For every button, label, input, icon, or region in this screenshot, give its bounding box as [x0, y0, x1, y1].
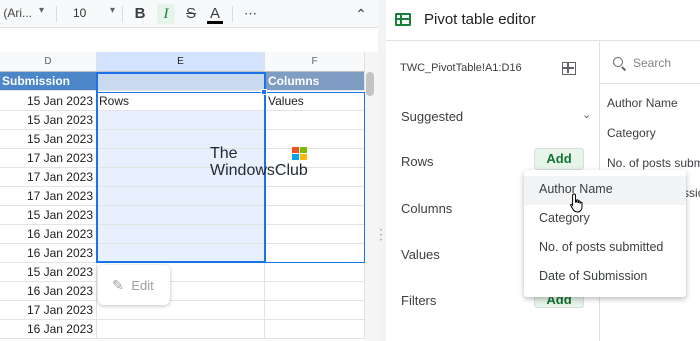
hand-cursor-icon [570, 193, 583, 213]
table-row-cell-f[interactable] [265, 111, 365, 130]
collapse-toolbar-icon[interactable]: ⌃ [352, 4, 370, 24]
search-input[interactable]: Search [633, 56, 671, 70]
suggested-label[interactable]: Suggested [401, 109, 463, 124]
table-row-cell-e[interactable] [97, 111, 265, 130]
cell-f-header[interactable]: Columns [265, 72, 365, 91]
dropdown-item-category[interactable]: Category [524, 205, 686, 234]
field-list-item[interactable]: Category [607, 126, 656, 140]
table-row-cell-f[interactable]: Values [265, 92, 365, 111]
watermark-text-line2: WindowsClub [210, 162, 308, 179]
table-row-cell-d[interactable]: 16 Jan 2023 [0, 282, 97, 301]
field-list-item[interactable]: No. of posts subm [607, 156, 700, 170]
data-range-label: TWC_PivotTable!A1:D16 [400, 62, 522, 74]
dropdown-item-date-of-submission[interactable]: Date of Submission [524, 263, 686, 292]
pencil-icon: ✎ [112, 277, 124, 293]
selection-fill-handle[interactable] [261, 89, 267, 95]
table-row-cell-d[interactable]: 17 Jan 2023 [0, 301, 97, 320]
strikethrough-button[interactable]: S [182, 4, 200, 24]
table-row-cell-d[interactable]: 15 Jan 2023 [0, 263, 97, 282]
scrollbar-thumb[interactable] [366, 72, 374, 96]
dropdown-item-posts-submitted[interactable]: No. of posts submitted [524, 234, 686, 263]
more-options-icon[interactable]: ⋯ [240, 4, 262, 24]
italic-button[interactable]: I [157, 4, 175, 24]
pivot-table-icon [395, 13, 411, 26]
table-row-cell-d[interactable]: 16 Jan 2023 [0, 320, 97, 339]
formatting-toolbar: lt (Ari... ▾ 10 ▾ B I S A ⋯ ⌃ [0, 0, 378, 28]
table-row-cell-d[interactable]: 15 Jan 2023 [0, 92, 97, 111]
cell-d-header[interactable]: Submission [0, 72, 97, 91]
add-rows-button[interactable]: Add [534, 148, 584, 170]
search-icon [613, 57, 623, 67]
columns-label: Columns [401, 201, 453, 216]
toolbar-divider [232, 6, 233, 22]
table-row-cell-e[interactable] [97, 187, 265, 206]
spreadsheet: lt (Ari... ▾ 10 ▾ B I S A ⋯ ⌃ D E F Subm… [0, 0, 378, 341]
table-row-cell-d[interactable]: 15 Jan 2023 [0, 130, 97, 149]
table-row-cell-e[interactable] [97, 320, 265, 339]
windows-logo-icon [292, 147, 308, 161]
table-row-cell-e[interactable] [97, 206, 265, 225]
table-row-cell-d[interactable]: 17 Jan 2023 [0, 149, 97, 168]
search-divider [600, 83, 700, 84]
filters-label: Filters [401, 293, 437, 308]
table-row-cell-d[interactable]: 17 Jan 2023 [0, 187, 97, 206]
table-row-cell-e[interactable] [97, 225, 265, 244]
column-header-d[interactable]: D [0, 52, 97, 72]
table-row-cell-f[interactable] [265, 263, 365, 282]
table-row-cell-d[interactable]: 16 Jan 2023 [0, 225, 97, 244]
table-row-cell-d[interactable]: 15 Jan 2023 [0, 111, 97, 130]
watermark: The WindowsClub [210, 145, 308, 179]
font-size-select[interactable]: 10 [73, 6, 86, 20]
table-row-cell-f[interactable] [265, 225, 365, 244]
values-label: Values [401, 247, 440, 262]
edit-label: Edit [131, 278, 154, 293]
table-row-cell-d[interactable]: 15 Jan 2023 [0, 206, 97, 225]
text-color-swatch [207, 21, 223, 24]
table-row-cell-d[interactable]: 17 Jan 2023 [0, 168, 97, 187]
chevron-down-icon[interactable]: ⌄ [582, 108, 591, 121]
table-row-cell-f[interactable] [265, 282, 365, 301]
column-header-f[interactable]: F [265, 52, 365, 72]
dropdown-item-author-name[interactable]: Author Name [524, 176, 686, 205]
table-row-cell-d[interactable]: 16 Jan 2023 [0, 244, 97, 263]
field-list-item[interactable]: Author Name [607, 96, 678, 110]
header-divider [386, 40, 700, 41]
table-row-cell-f[interactable] [265, 206, 365, 225]
cell-e-header[interactable] [97, 72, 265, 91]
toolbar-divider [122, 6, 123, 22]
rows-label: Rows [401, 154, 434, 169]
panel-title: Pivot table editor [424, 11, 536, 28]
table-row-cell-f[interactable] [265, 244, 365, 263]
chevron-down-icon[interactable]: ▾ [39, 5, 44, 16]
drag-handle-icon[interactable]: • • • [380, 228, 383, 244]
column-header-e[interactable]: E [97, 52, 265, 72]
bold-button[interactable]: B [131, 4, 149, 24]
panel-divider[interactable] [378, 0, 386, 341]
table-row-cell-f[interactable] [265, 301, 365, 320]
table-row-cell-f[interactable] [265, 320, 365, 339]
toolbar-divider [56, 6, 57, 22]
table-row-cell-e[interactable]: Rows [97, 92, 265, 111]
edit-pivot-button[interactable]: ✎ Edit [98, 265, 170, 305]
select-range-icon[interactable] [562, 62, 576, 75]
font-family-select[interactable]: lt (Ari... [0, 6, 42, 20]
chevron-down-icon[interactable]: ▾ [110, 5, 115, 16]
table-row-cell-f[interactable] [265, 187, 365, 206]
add-field-dropdown: Author Name Category No. of posts submit… [524, 170, 686, 297]
table-row-cell-e[interactable] [97, 244, 265, 263]
